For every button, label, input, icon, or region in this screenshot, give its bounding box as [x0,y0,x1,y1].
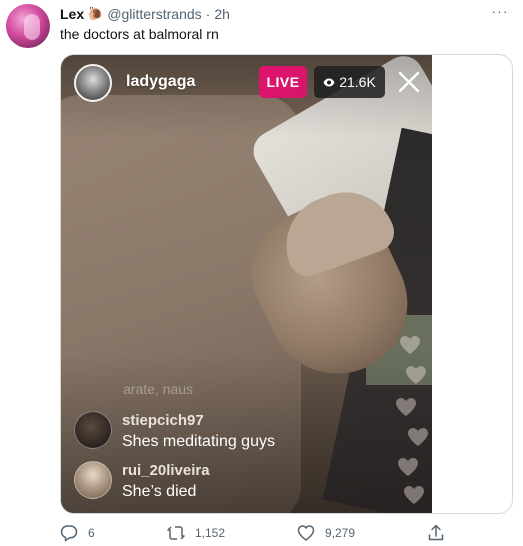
live-comment: stiepcich97 Shes meditating guys [74,411,275,455]
tweet-header: Lex 🐌 @glitterstrands · 2h [60,5,230,23]
reply-button[interactable]: 6 [60,522,95,544]
reply-count: 6 [88,526,95,540]
streamer-avatar[interactable] [74,64,112,102]
snail-emoji: 🐌 [87,6,104,21]
eye-icon [323,78,335,86]
comment-text: Shes meditating guys [122,433,275,450]
retweet-icon [167,526,185,540]
retweet-count: 1,152 [195,526,226,540]
author-name[interactable]: Lex [60,6,84,22]
heart-icon [404,486,424,504]
share-icon [428,524,444,541]
commenter-avatar[interactable] [74,411,112,449]
comment-text: She’s died [122,483,197,500]
heart-icon [400,336,420,354]
more-icon[interactable]: ··· [491,4,509,18]
live-video-frame[interactable]: ladygaga LIVE 21.6K arate, naus stiepcic… [61,55,432,513]
share-button[interactable] [427,522,455,544]
live-comment: rui_20liveira She’s died [74,461,210,505]
heart-icon [406,366,426,384]
reply-icon [60,525,78,542]
media-card[interactable]: ladygaga LIVE 21.6K arate, naus stiepcic… [60,54,513,514]
floating-hearts [391,335,431,513]
commenter-username[interactable]: stiepcich97 [122,411,275,431]
live-badge: LIVE [259,66,307,98]
like-icon [297,525,315,541]
close-icon[interactable] [397,70,421,94]
author-handle[interactable]: @glitterstrands [107,6,201,22]
tweet-text: the doctors at balmoral rn [60,26,219,42]
like-button[interactable]: 9,279 [297,522,355,544]
separator-dot: · [205,6,211,22]
like-count: 9,279 [325,526,356,540]
heart-icon [398,458,418,476]
author-avatar[interactable] [6,4,50,48]
tweet-time[interactable]: 2h [214,6,230,22]
viewer-count-badge: 21.6K [314,66,385,98]
heart-icon [396,398,416,416]
tweet: Lex 🐌 @glitterstrands · 2h ··· the docto… [0,0,523,546]
commenter-avatar[interactable] [74,461,112,499]
viewer-count: 21.6K [339,74,376,90]
heart-icon [408,428,428,446]
faded-comment: arate, naus [123,381,194,397]
tweet-actions: 6 1,152 9,279 [60,522,480,544]
commenter-username[interactable]: rui_20liveira [122,461,210,481]
streamer-username[interactable]: ladygaga [126,73,195,91]
retweet-button[interactable]: 1,152 [167,522,225,544]
